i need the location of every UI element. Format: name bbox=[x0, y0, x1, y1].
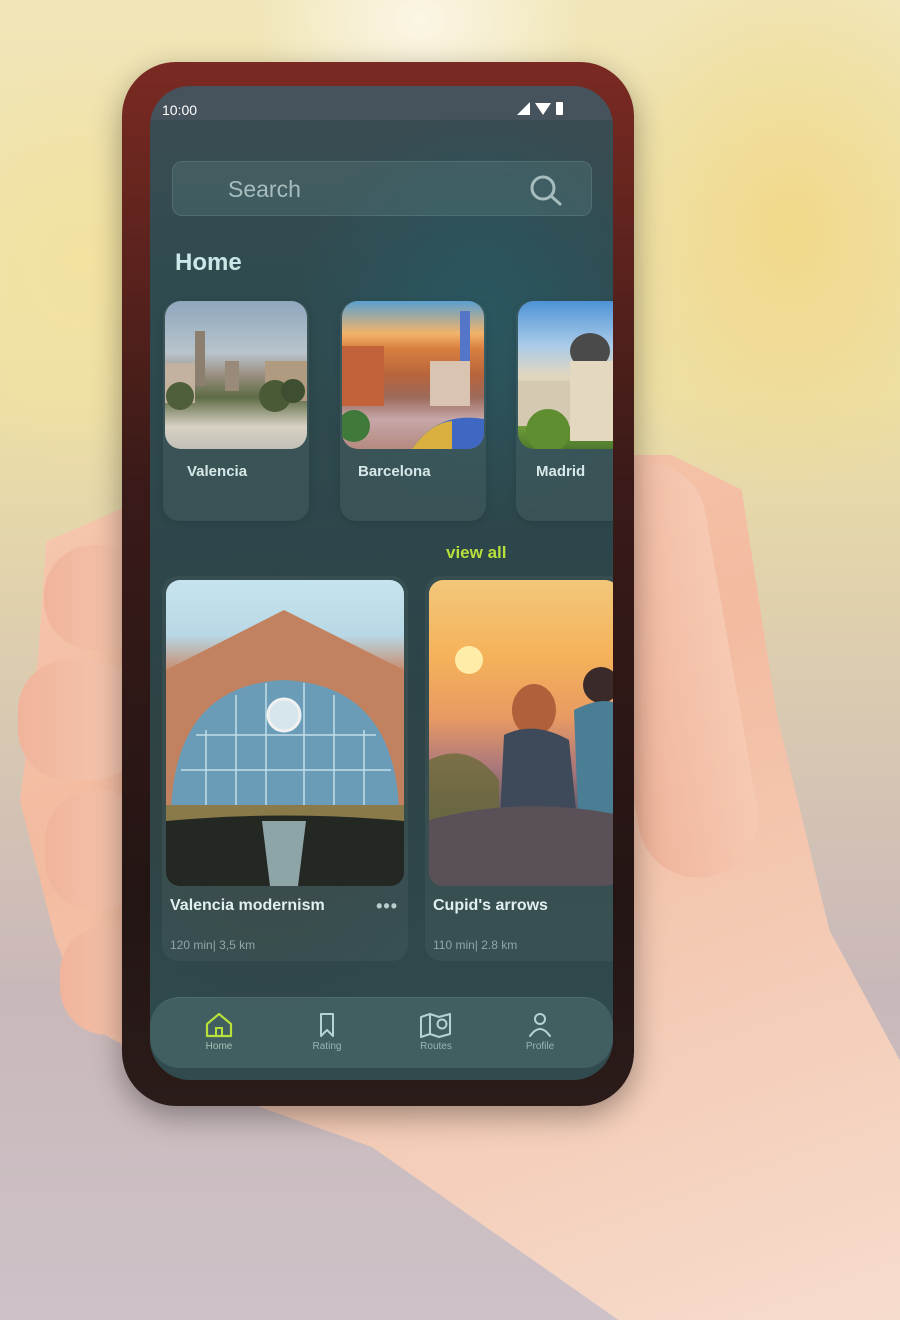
battery-icon bbox=[556, 102, 563, 115]
page-title: Home bbox=[175, 249, 242, 276]
home-icon bbox=[205, 1012, 233, 1038]
nav-label: Routes bbox=[420, 1041, 452, 1052]
route-card-cupids-arrows[interactable]: Cupid's arrows 110 min| 2.8 km bbox=[425, 576, 613, 961]
more-options-icon[interactable]: ••• bbox=[376, 896, 398, 917]
route-meta: 110 min| 2.8 km bbox=[433, 938, 518, 952]
nav-item-home[interactable]: Home bbox=[184, 1012, 254, 1052]
signal-icon bbox=[517, 102, 530, 115]
phone-screen: 10:00 Search Home Valencia Barcelona Mad… bbox=[150, 86, 613, 1080]
map-icon bbox=[420, 1013, 451, 1038]
route-card-valencia-modernism[interactable]: Valencia modernism ••• 120 min| 3,5 km bbox=[162, 576, 408, 961]
nav-label: Home bbox=[205, 1041, 233, 1052]
route-image bbox=[429, 580, 613, 886]
city-image-barcelona bbox=[342, 301, 484, 449]
nav-item-rating[interactable]: Rating bbox=[292, 1012, 362, 1052]
view-all-link[interactable]: view all bbox=[446, 543, 506, 563]
search-icon[interactable] bbox=[529, 174, 563, 208]
nav-item-routes[interactable]: Routes bbox=[401, 1012, 471, 1052]
city-name: Valencia bbox=[187, 463, 248, 480]
bookmark-icon bbox=[320, 1013, 334, 1037]
nav-label: Profile bbox=[525, 1041, 555, 1052]
city-image-madrid bbox=[518, 301, 613, 449]
search-input[interactable]: Search bbox=[172, 161, 592, 216]
city-name: Madrid bbox=[536, 463, 586, 480]
status-bar: 10:00 bbox=[150, 86, 613, 120]
city-image-valencia bbox=[165, 301, 307, 449]
route-title: Valencia modernism bbox=[170, 897, 325, 914]
route-title: Cupid's arrows bbox=[433, 897, 548, 914]
nav-label: Rating bbox=[312, 1041, 342, 1052]
city-card-valencia[interactable]: Valencia bbox=[163, 301, 309, 521]
city-card-madrid[interactable]: Madrid bbox=[516, 301, 613, 521]
status-time: 10:00 bbox=[162, 102, 198, 118]
bottom-navigation: Home Rating Routes Profile bbox=[150, 997, 613, 1068]
wifi-icon bbox=[535, 103, 551, 115]
search-placeholder: Search bbox=[228, 176, 301, 202]
city-card-barcelona[interactable]: Barcelona bbox=[340, 301, 486, 521]
route-image bbox=[166, 580, 404, 886]
profile-icon bbox=[529, 1013, 551, 1037]
route-meta: 120 min| 3,5 km bbox=[170, 938, 256, 952]
nav-item-profile[interactable]: Profile bbox=[505, 1012, 575, 1052]
city-name: Barcelona bbox=[358, 463, 431, 480]
status-icons bbox=[517, 102, 563, 115]
